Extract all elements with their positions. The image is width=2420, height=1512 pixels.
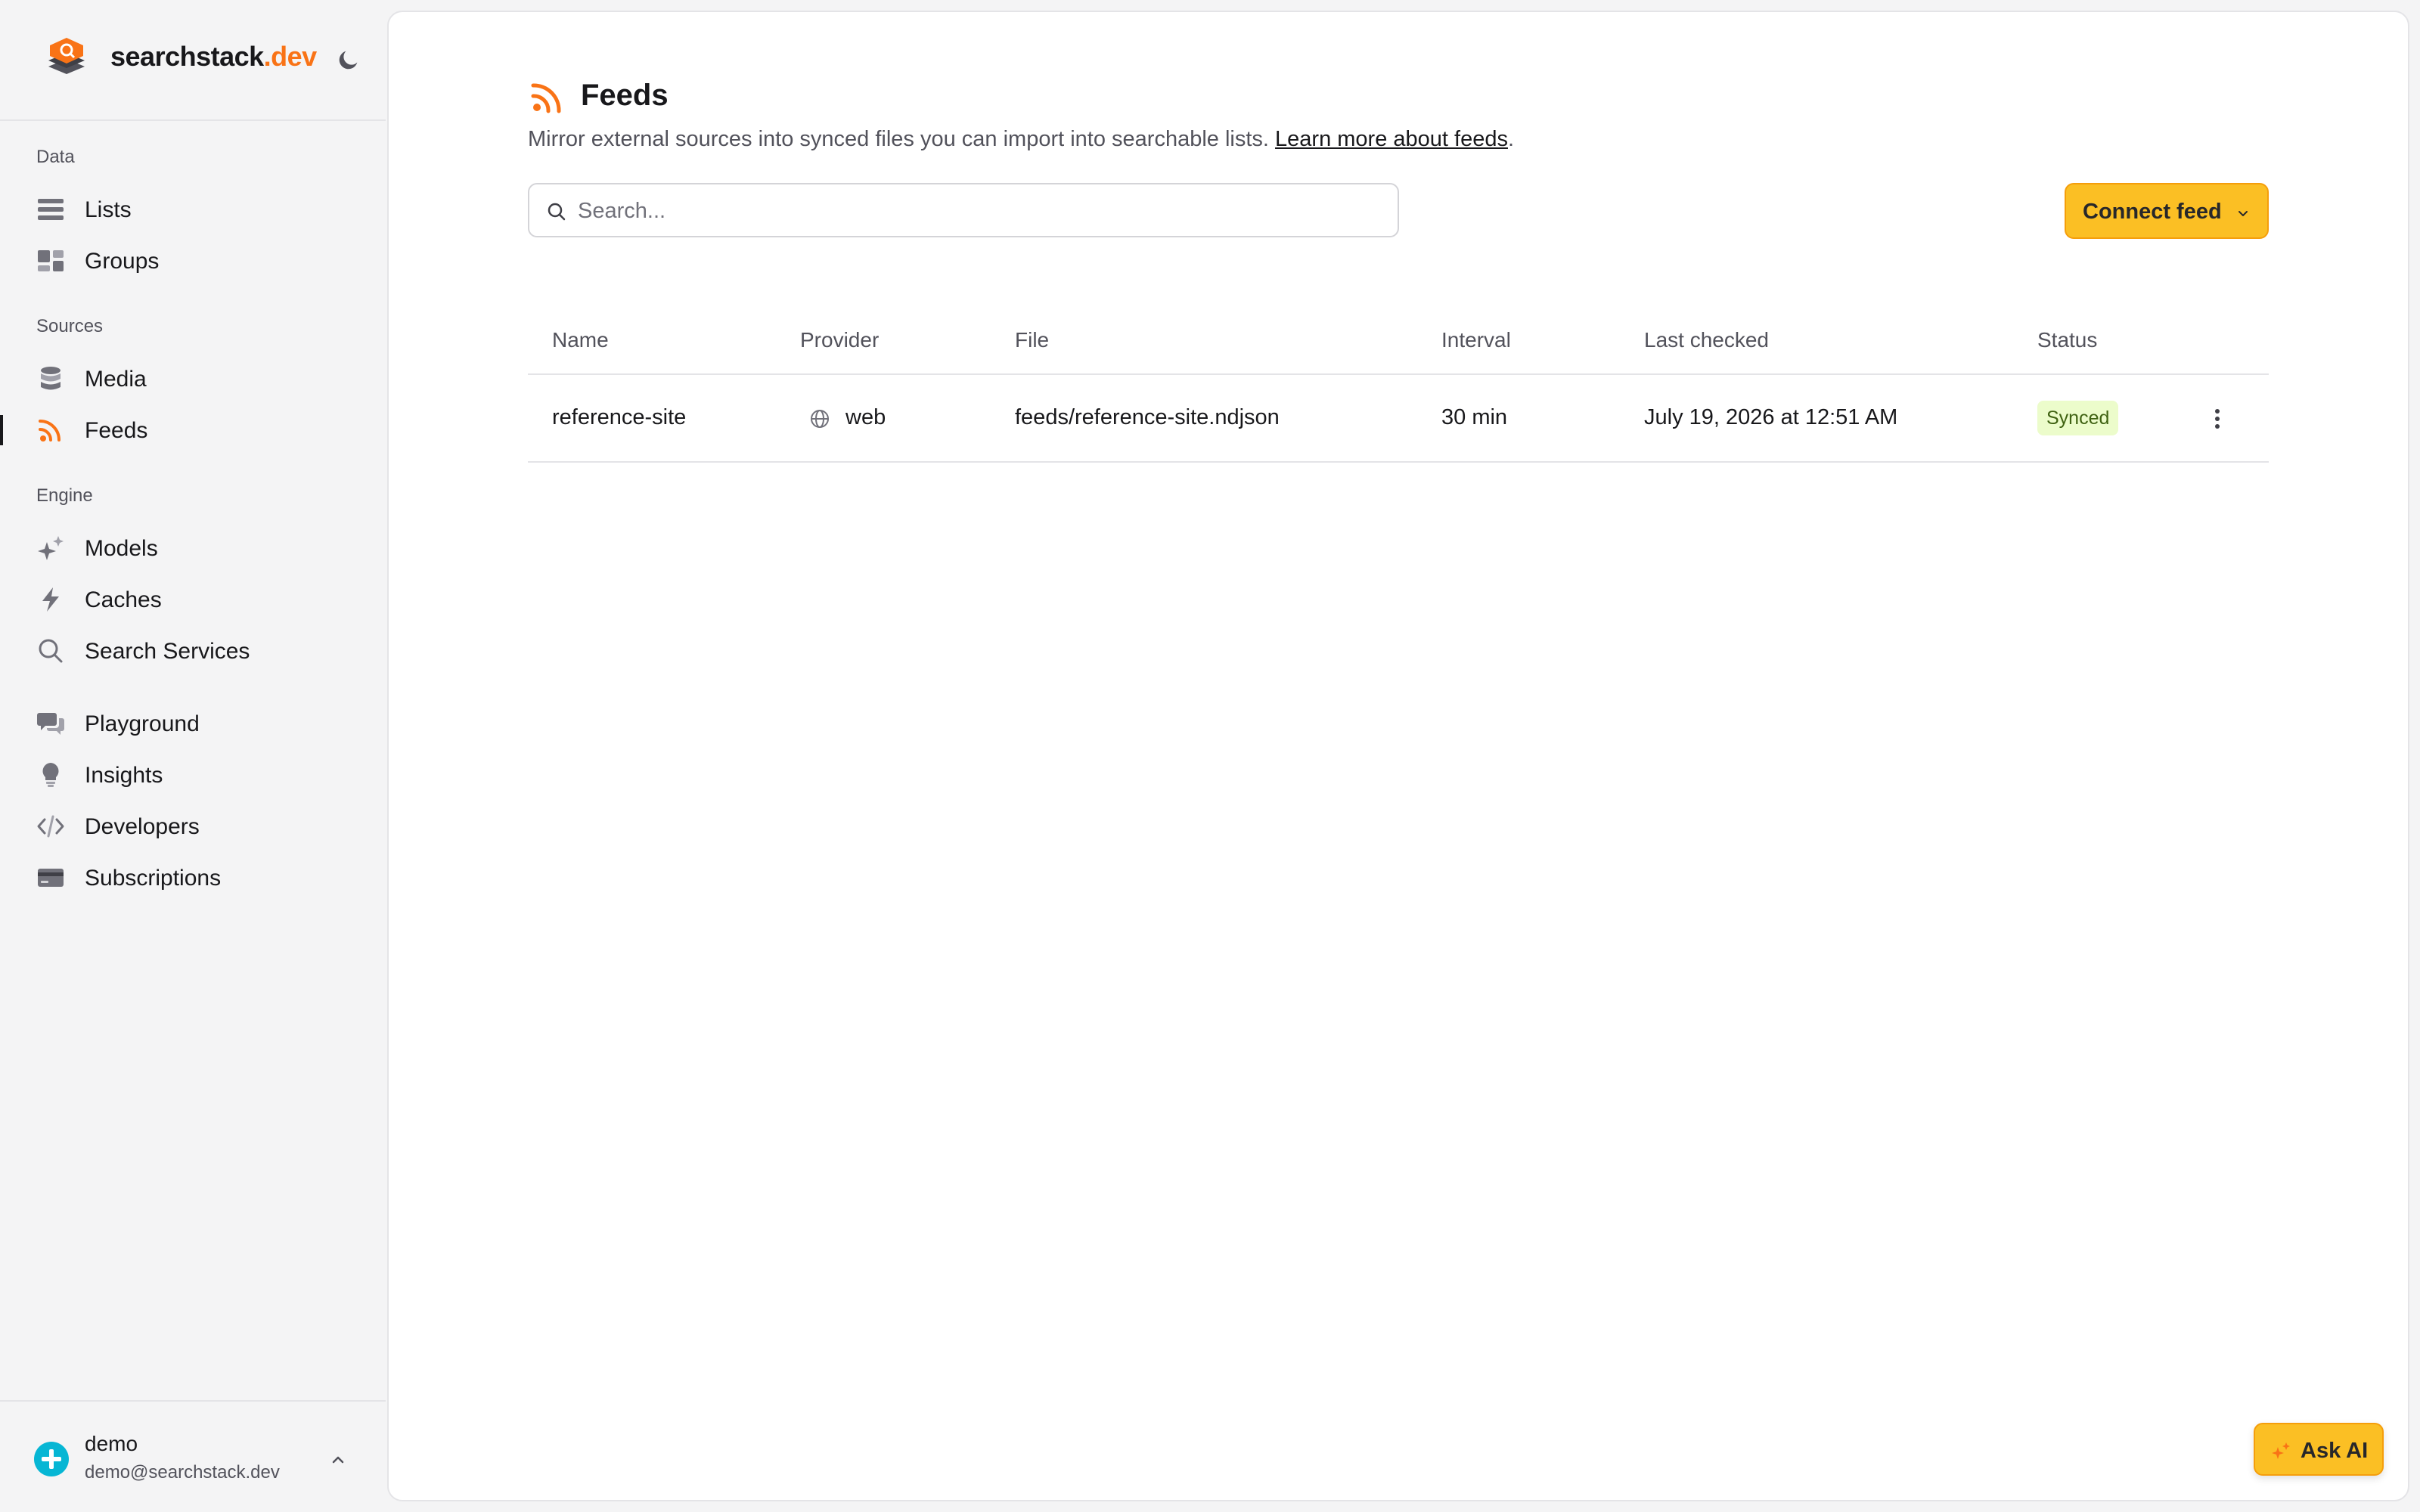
search-field[interactable] — [528, 183, 1399, 237]
rss-icon — [39, 420, 60, 442]
sidebar-item-label: Models — [85, 536, 158, 561]
column-header-status[interactable]: Status — [2037, 328, 2097, 352]
sidebar-item-label: Search Services — [85, 639, 250, 664]
sidebar-item-label: Feeds — [85, 418, 148, 443]
feeds-table: Name Provider File Interval Last checked… — [528, 307, 2269, 463]
globe-icon — [811, 410, 829, 428]
section-label-sources: Sources — [36, 316, 104, 336]
column-header-interval[interactable]: Interval — [1441, 328, 1511, 352]
sidebar-item-developers[interactable]: Developers — [0, 802, 386, 850]
section-label-engine: Engine — [36, 485, 93, 506]
sidebar-item-search-services[interactable]: Search Services — [0, 627, 386, 675]
rss-icon — [531, 83, 561, 113]
sidebar-item-label: Caches — [85, 587, 162, 612]
column-header-last-checked[interactable]: Last checked — [1644, 328, 1769, 352]
column-header-provider[interactable]: Provider — [800, 328, 879, 352]
ask-ai-button[interactable]: Ask AI — [2254, 1423, 2384, 1476]
connect-feed-label: Connect feed — [2083, 200, 2222, 224]
sidebar-item-playground[interactable]: Playground — [0, 699, 386, 748]
table-header: Name Provider File Interval Last checked… — [528, 307, 2269, 375]
database-icon — [41, 367, 60, 390]
sidebar-item-feeds[interactable]: Feeds — [0, 406, 386, 454]
sidebar-item-subscriptions[interactable]: Subscriptions — [0, 854, 386, 902]
table-row[interactable]: reference-site web feeds/reference-site.… — [528, 375, 2269, 463]
list-icon — [38, 199, 64, 220]
code-icon — [37, 815, 64, 838]
more-vertical-icon[interactable] — [2202, 402, 2232, 435]
user-menu[interactable]: demo demo@searchstack.dev — [0, 1400, 386, 1512]
sparkles-icon — [38, 536, 64, 560]
sidebar-item-label: Media — [85, 367, 147, 392]
connect-feed-button[interactable]: Connect feed — [2065, 183, 2269, 239]
chat-icon — [37, 713, 64, 735]
sidebar-item-media[interactable]: Media — [0, 355, 386, 403]
sidebar-item-label: Lists — [85, 197, 132, 222]
sidebar-item-label: Playground — [85, 711, 200, 736]
search-icon — [548, 203, 566, 221]
column-header-name[interactable]: Name — [552, 328, 609, 352]
feed-file: feeds/reference-site.ndjson — [1015, 405, 1280, 429]
brand-name[interactable]: searchstack.dev — [110, 41, 317, 73]
brand-header: searchstack.dev — [0, 0, 386, 121]
learn-more-link[interactable]: Learn more about feeds — [1275, 127, 1508, 151]
sidebar-item-groups[interactable]: Groups — [0, 237, 386, 285]
column-header-file[interactable]: File — [1015, 328, 1049, 352]
search-input[interactable] — [576, 192, 1385, 230]
user-email: demo@searchstack.dev — [85, 1462, 280, 1483]
user-name: demo — [85, 1432, 138, 1455]
sidebar-item-label: Groups — [85, 249, 160, 274]
section-label-data: Data — [36, 147, 75, 167]
sparkles-icon — [2272, 1442, 2290, 1459]
logo-icon — [48, 38, 85, 74]
sidebar-item-label: Subscriptions — [85, 866, 222, 891]
sidebar-item-lists[interactable]: Lists — [0, 185, 386, 234]
lightning-icon — [42, 587, 59, 612]
feed-last-checked: July 19, 2026 at 12:51 AM — [1644, 405, 1898, 429]
avatar — [34, 1442, 69, 1476]
moon-icon[interactable] — [336, 47, 361, 73]
page-description: Mirror external sources into synced file… — [528, 127, 1515, 151]
page-title: Feeds — [581, 79, 669, 112]
sidebar-item-models[interactable]: Models — [0, 524, 386, 572]
chevron-up-icon[interactable] — [330, 1452, 346, 1468]
status-badge: Synced — [2037, 401, 2119, 435]
sidebar-item-caches[interactable]: Caches — [0, 575, 386, 624]
feed-provider: web — [845, 405, 886, 429]
feed-name[interactable]: reference-site — [552, 405, 686, 430]
sidebar: searchstack.dev Data Lists Groups Source… — [0, 0, 386, 1512]
lightbulb-icon — [42, 763, 59, 787]
credit-card-icon — [38, 869, 64, 887]
sidebar-item-label: Developers — [85, 814, 200, 839]
chevron-down-icon — [2238, 211, 2248, 216]
sidebar-item-insights[interactable]: Insights — [0, 751, 386, 799]
sidebar-item-label: Insights — [85, 763, 163, 788]
main-panel: Feeds Mirror external sources into synce… — [387, 11, 2409, 1501]
groups-icon — [38, 250, 64, 271]
feed-interval: 30 min — [1441, 405, 1508, 429]
ask-ai-label: Ask AI — [2301, 1439, 2369, 1463]
search-icon — [39, 639, 63, 663]
